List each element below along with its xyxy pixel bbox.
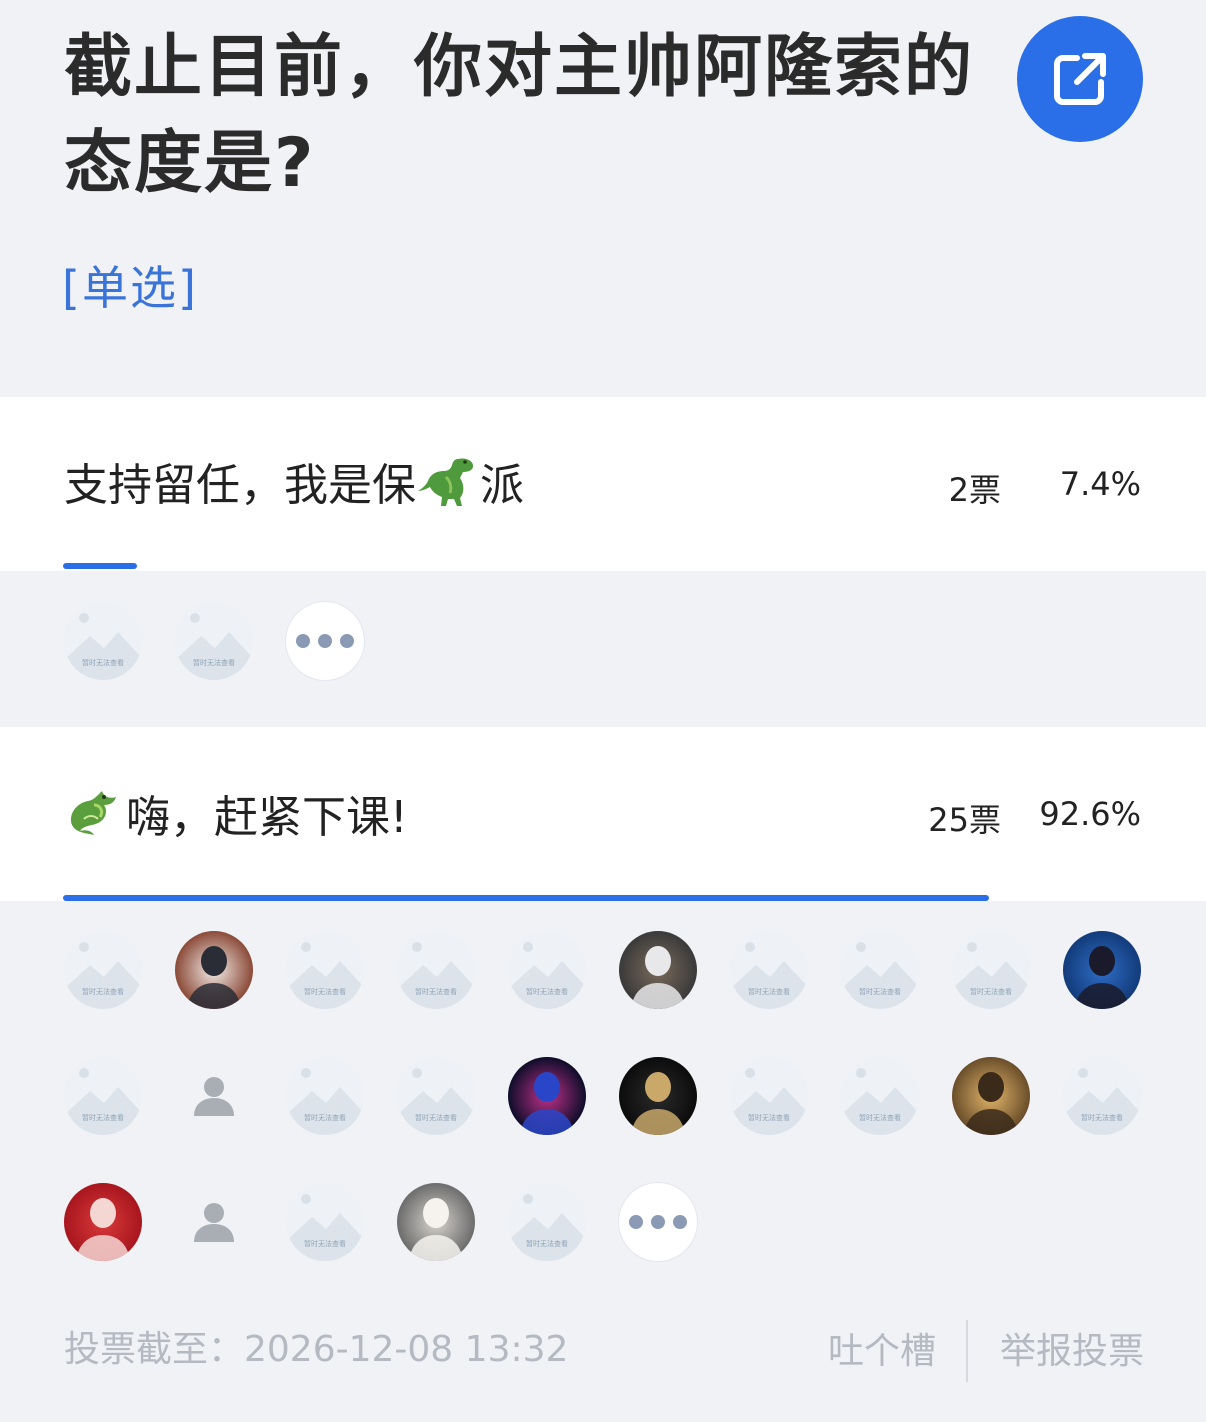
dot-icon xyxy=(318,634,332,648)
vote-type-label: [单选] xyxy=(62,261,198,315)
avatar-placeholder[interactable]: 暂时无法查看 xyxy=(841,1057,919,1135)
dot-icon xyxy=(629,1215,643,1229)
option-label-text: 支持留任，我是保 xyxy=(64,460,416,511)
dot-icon xyxy=(296,634,310,648)
avatar-placeholder[interactable]: 暂时无法查看 xyxy=(175,602,253,680)
svg-text:暂时无法查看: 暂时无法查看 xyxy=(415,987,457,996)
svg-text:暂时无法查看: 暂时无法查看 xyxy=(82,658,124,667)
dinosaur-icon xyxy=(418,458,474,506)
avatar[interactable] xyxy=(619,931,697,1009)
poll-deadline: 投票截至：2026-12-08 13:32 xyxy=(64,1329,569,1370)
default-user-avatar[interactable] xyxy=(175,1183,253,1261)
svg-text:暂时无法查看: 暂时无法查看 xyxy=(415,1113,457,1122)
poll-title: 截止目前，你对主帅阿隆索的态度是? xyxy=(64,28,975,203)
avatar-placeholder[interactable]: 暂时无法查看 xyxy=(286,931,364,1009)
avatar-placeholder[interactable]: 暂时无法查看 xyxy=(64,931,142,1009)
vote-percent: 7.4% xyxy=(1059,465,1141,503)
vote-count: 2票 xyxy=(948,471,1001,509)
svg-text:暂时无法查看: 暂时无法查看 xyxy=(1081,1113,1123,1122)
vote-progress-bar xyxy=(63,563,137,569)
option-label-suffix: 派 xyxy=(480,460,524,511)
avatar[interactable] xyxy=(508,1057,586,1135)
svg-text:暂时无法查看: 暂时无法查看 xyxy=(526,987,568,996)
share-button[interactable] xyxy=(1017,16,1143,142)
avatar-placeholder[interactable]: 暂时无法查看 xyxy=(730,931,808,1009)
avatar-placeholder[interactable]: 暂时无法查看 xyxy=(286,1057,364,1135)
svg-text:暂时无法查看: 暂时无法查看 xyxy=(82,987,124,996)
report-link[interactable]: 举报投票 xyxy=(1000,1322,1144,1374)
svg-text:暂时无法查看: 暂时无法查看 xyxy=(193,658,235,667)
svg-text:暂时无法查看: 暂时无法查看 xyxy=(748,1113,790,1122)
svg-text:暂时无法查看: 暂时无法查看 xyxy=(748,987,790,996)
svg-text:暂时无法查看: 暂时无法查看 xyxy=(304,1113,346,1122)
dot-icon xyxy=(340,634,354,648)
svg-text:暂时无法查看: 暂时无法查看 xyxy=(970,987,1012,996)
avatar[interactable] xyxy=(64,1183,142,1261)
avatar-placeholder[interactable]: 暂时无法查看 xyxy=(508,1183,586,1261)
svg-text:暂时无法查看: 暂时无法查看 xyxy=(304,1239,346,1248)
avatar-placeholder[interactable]: 暂时无法查看 xyxy=(397,931,475,1009)
vote-percent: 92.6% xyxy=(1039,795,1141,833)
svg-text:暂时无法查看: 暂时无法查看 xyxy=(859,1113,901,1122)
avatar-placeholder[interactable]: 暂时无法查看 xyxy=(64,1057,142,1135)
avatar-placeholder[interactable]: 暂时无法查看 xyxy=(1063,1057,1141,1135)
external-link-icon xyxy=(1054,53,1106,105)
avatar[interactable] xyxy=(619,1057,697,1135)
poll-option-keep[interactable]: 支持留任，我是保 派 2票 7.4% xyxy=(0,397,1206,571)
avatar-placeholder[interactable]: 暂时无法查看 xyxy=(841,931,919,1009)
avatar[interactable] xyxy=(1063,931,1141,1009)
vote-progress-bar xyxy=(63,895,989,901)
more-voters-button[interactable] xyxy=(286,602,364,680)
dot-icon xyxy=(651,1215,665,1229)
avatar-placeholder[interactable]: 暂时无法查看 xyxy=(952,931,1030,1009)
avatar-placeholder[interactable]: 暂时无法查看 xyxy=(64,602,142,680)
dragon-icon xyxy=(70,791,116,835)
avatar-placeholder[interactable]: 暂时无法查看 xyxy=(397,1057,475,1135)
option-label: 嗨，赶紧下课! xyxy=(64,783,408,843)
more-voters-button[interactable] xyxy=(619,1183,697,1261)
avatar[interactable] xyxy=(952,1057,1030,1135)
svg-text:暂时无法查看: 暂时无法查看 xyxy=(859,987,901,996)
avatar[interactable] xyxy=(397,1183,475,1261)
avatar-placeholder[interactable]: 暂时无法查看 xyxy=(730,1057,808,1135)
footer-divider xyxy=(966,1320,968,1382)
svg-text:暂时无法查看: 暂时无法查看 xyxy=(304,987,346,996)
vote-count: 25票 xyxy=(928,801,1001,839)
dot-icon xyxy=(673,1215,687,1229)
complain-link[interactable]: 吐个槽 xyxy=(828,1322,936,1374)
poll-option-dismiss[interactable]: 嗨，赶紧下课! 25票 92.6% xyxy=(0,727,1206,901)
avatar-placeholder[interactable]: 暂时无法查看 xyxy=(508,931,586,1009)
option-label: 支持留任，我是保 派 xyxy=(64,451,524,511)
option-label-text: 嗨，赶紧下课! xyxy=(126,792,408,843)
avatar-placeholder[interactable]: 暂时无法查看 xyxy=(286,1183,364,1261)
avatar[interactable] xyxy=(175,931,253,1009)
svg-text:暂时无法查看: 暂时无法查看 xyxy=(82,1113,124,1122)
default-user-avatar[interactable] xyxy=(175,1057,253,1135)
svg-text:暂时无法查看: 暂时无法查看 xyxy=(526,1239,568,1248)
